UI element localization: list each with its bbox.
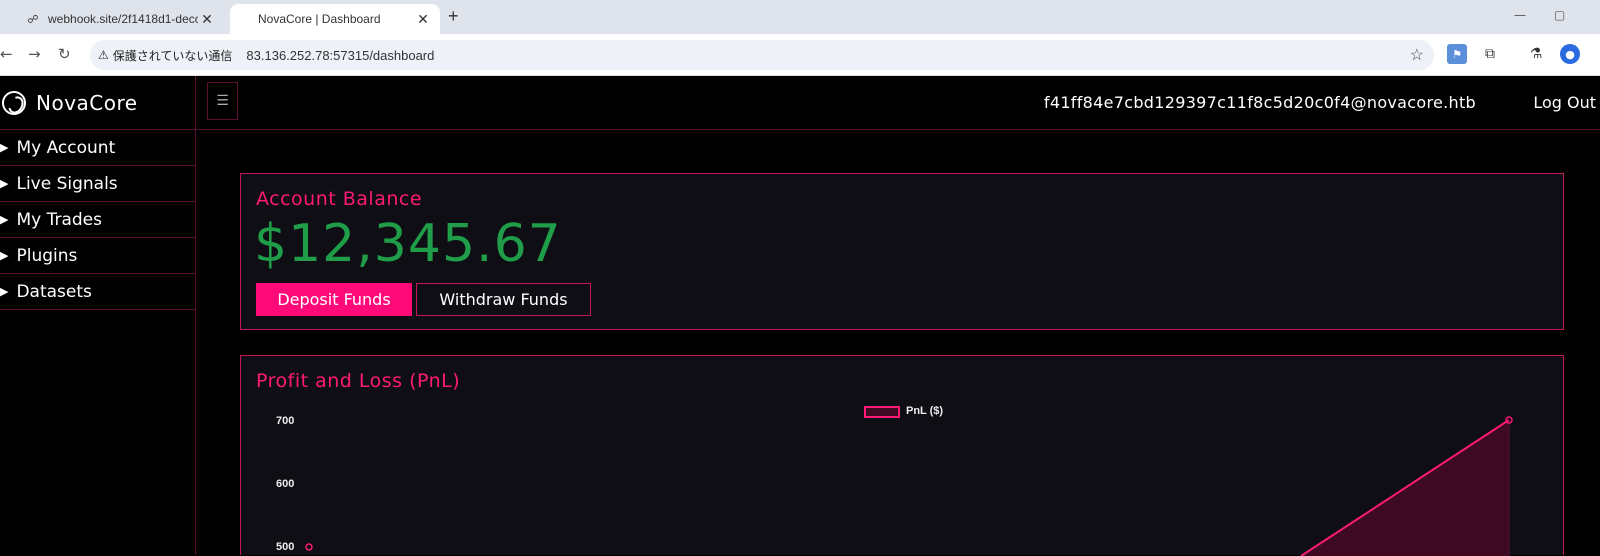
balance-amount: $12,345.67 [254,214,562,274]
sidebar-item-label: Datasets [16,281,92,302]
minimize-icon[interactable]: — [1514,8,1526,22]
pnl-card: Profit and Loss (PnL) PnL ($) 700 600 50… [240,355,1564,556]
account-balance-card: Account Balance $12,345.67 Deposit Funds… [240,173,1564,330]
warning-icon[interactable]: ⚠ [98,48,109,62]
maximize-icon[interactable]: ▢ [1554,8,1565,22]
webhook-favicon-icon: ☍ [27,13,39,26]
sidebar-item-label: Live Signals [16,173,118,194]
sidebar-item-datasets[interactable]: ▶ Datasets [0,274,195,310]
balance-title: Account Balance [256,188,423,210]
topbar: ☰ f41ff84e7cbd129397c11f8c5d20c0f4@novac… [196,76,1600,130]
caret-right-icon: ▶ [0,249,9,262]
dashboard-app: NovaCore ▶ My Account ▶ Live Signals ▶ M… [0,76,1600,556]
address-bar: ← → ↻ ⚠ 保護されていない通信 83.136.252.78:57315/d… [0,34,1600,76]
brand-name: NovaCore [36,90,138,115]
caret-right-icon: ▶ [0,177,9,190]
deposit-funds-button[interactable]: Deposit Funds [256,283,412,316]
back-icon[interactable]: ← [0,45,13,63]
caret-right-icon: ▶ [0,141,9,154]
caret-right-icon: ▶ [0,213,9,226]
novacore-logo-icon [2,90,26,115]
sidebar-item-my-trades[interactable]: ▶ My Trades [0,202,195,238]
pnl-point[interactable] [305,543,313,551]
tab-title: webhook.site/2f1418d1-decc-4 [48,12,198,26]
user-email: f41ff84e7cbd129397c11f8c5d20c0f4@novacor… [1043,93,1476,112]
tab-dashboard[interactable]: NovaCore | Dashboard ✕ [230,4,440,34]
menu-toggle-icon[interactable]: ☰ [207,82,238,120]
sidebar: NovaCore ▶ My Account ▶ Live Signals ▶ M… [0,76,196,555]
browser-tabbar: ☍ webhook.site/2f1418d1-decc-4 ✕ NovaCor… [0,0,1600,34]
lab-icon[interactable]: ⚗ [1526,44,1546,64]
profile-icon[interactable]: ● [1560,44,1580,64]
security-status[interactable]: 保護されていない通信 [113,47,233,64]
sidebar-item-label: My Trades [16,209,102,230]
tab-webhook[interactable]: ☍ webhook.site/2f1418d1-decc-4 ✕ [14,4,224,34]
close-tab-icon[interactable]: ✕ [198,11,216,28]
caret-right-icon: ▶ [0,285,9,298]
sidebar-item-plugins[interactable]: ▶ Plugins [0,238,195,274]
tab-title: NovaCore | Dashboard [258,12,381,26]
close-tab-icon[interactable]: ✕ [414,11,432,28]
puzzle-icon[interactable]: ⧉ [1480,44,1500,64]
brand[interactable]: NovaCore [0,76,195,130]
bookmark-star-icon[interactable]: ☆ [1410,45,1424,65]
pnl-chart [305,416,1513,556]
sidebar-item-label: Plugins [16,245,78,266]
extension-icon[interactable]: ⚑ [1447,44,1467,64]
logout-link[interactable]: Log Out [1533,93,1596,112]
withdraw-funds-button[interactable]: Withdraw Funds [416,283,591,316]
sidebar-item-my-account[interactable]: ▶ My Account [0,130,195,166]
url-text[interactable]: 83.136.252.78:57315/dashboard [246,48,434,63]
sidebar-item-live-signals[interactable]: ▶ Live Signals [0,166,195,202]
sidebar-item-label: My Account [16,137,116,158]
omnibox[interactable]: ⚠ 保護されていない通信 83.136.252.78:57315/dashboa… [90,40,1434,70]
new-tab-icon[interactable]: + [448,6,459,27]
forward-icon[interactable]: → [28,45,41,63]
reload-icon[interactable]: ↻ [58,45,71,63]
